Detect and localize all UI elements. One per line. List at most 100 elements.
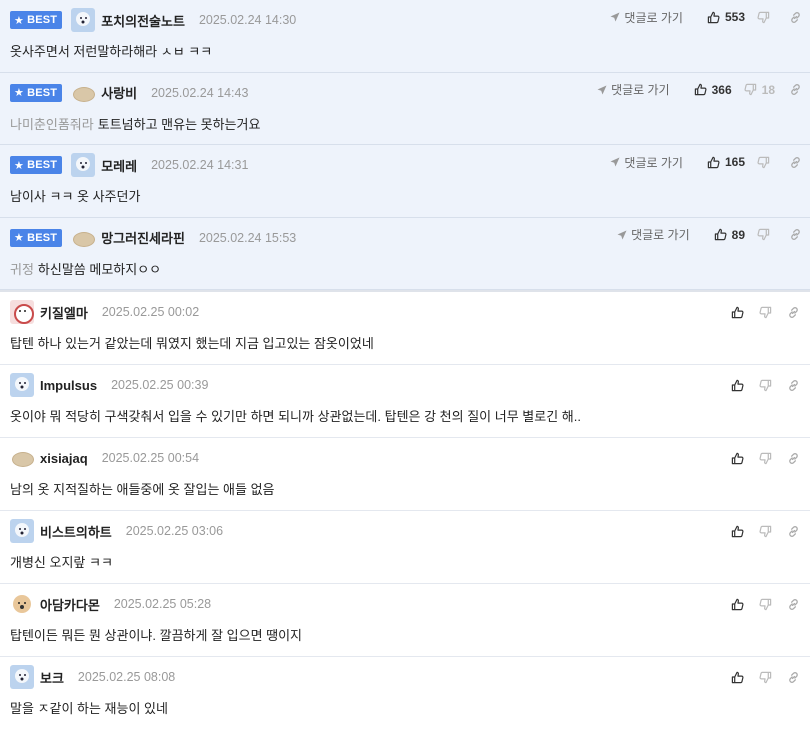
author-nickname[interactable]: 보크: [40, 668, 64, 687]
comment-text: 탑텐이든 뭐든 뭔 상관이냐. 깔끔하게 잘 입으면 땡이지: [10, 628, 303, 643]
upvote-count: 553: [724, 10, 745, 24]
comment-header: ★ BEST 포치의전술노트 2025.02.24 14:30: [10, 8, 296, 32]
downvote-button[interactable]: [757, 156, 775, 169]
downvote-button[interactable]: [757, 228, 775, 241]
comment-actions: [731, 522, 800, 540]
red-avatar-icon[interactable]: [10, 300, 34, 324]
best-badge-label: BEST: [27, 159, 58, 171]
comment-timestamp: 2025.02.25 00:54: [101, 451, 200, 465]
best-badge: ★ BEST: [10, 83, 63, 102]
link-button[interactable]: [789, 83, 802, 96]
potato-avatar-icon[interactable]: [10, 446, 34, 470]
potato-avatar-icon[interactable]: [71, 81, 96, 105]
reply-mention[interactable]: 나미춘인폼줘라: [10, 117, 94, 132]
link-button[interactable]: [789, 11, 802, 24]
author-nickname[interactable]: 포치의전술노트: [101, 11, 185, 30]
upvote-button[interactable]: 553: [707, 10, 745, 24]
downvote-button[interactable]: [757, 11, 775, 24]
upvote-count: 165: [724, 155, 745, 169]
comment-header: ★ BEST 모레레 2025.02.24 14:31: [10, 153, 248, 177]
upvote-button[interactable]: [731, 598, 744, 611]
comment-header: 키질엘마 2025.02.25 00:02: [10, 300, 199, 324]
comment-body: 옷사주면서 저런말하라해라 ㅅㅂ ㅋㅋ: [10, 41, 212, 60]
link-button[interactable]: [789, 156, 802, 169]
comment-body: 옷이야 뭐 적당히 구색갖춰서 입을 수 있기만 하면 되니까 상관없는데. 탑…: [10, 406, 581, 425]
potato-avatar-icon[interactable]: [71, 226, 96, 250]
thumbs-up-icon: [731, 306, 744, 318]
comment-header: ★ BEST 망그러진세라핀 2025.02.24 15:53: [10, 226, 296, 250]
downvote-button[interactable]: [759, 452, 772, 465]
link-icon: [789, 379, 798, 391]
upvote-button[interactable]: 366: [694, 83, 732, 97]
link-button[interactable]: [787, 452, 800, 465]
upvote-button[interactable]: 165: [707, 155, 745, 169]
author-nickname[interactable]: 사랑비: [101, 83, 137, 102]
downvote-button[interactable]: [759, 306, 772, 319]
thumbs-down-icon: [759, 525, 772, 537]
thumbs-up-icon: [731, 452, 744, 464]
author-nickname[interactable]: xisiajaq: [40, 451, 88, 466]
downvote-button[interactable]: [759, 379, 772, 392]
send-icon: [597, 85, 607, 94]
upvote-count: 89: [731, 227, 745, 242]
comment-header: 보크 2025.02.25 08:08: [10, 665, 175, 689]
upvote-button[interactable]: 89: [714, 228, 745, 242]
comment: Impulsus 2025.02.25 00:39 옷이야 뭐 적당히 구색갖춰…: [0, 365, 810, 438]
comment-actions: [731, 668, 800, 686]
bear-avatar-icon[interactable]: [10, 665, 34, 689]
comment-body: 개병신 오지랖 ㅋㅋ: [10, 552, 113, 571]
comment: 보크 2025.02.25 08:08 말을 ㅈ같이 하는 재능이 있네: [0, 657, 810, 729]
thumbs-up-icon: [707, 11, 720, 23]
link-icon: [789, 452, 798, 464]
goto-comment-link[interactable]: 댓글로 가기: [610, 9, 683, 26]
best-badge-label: BEST: [27, 231, 58, 244]
downvote-button[interactable]: [759, 671, 772, 684]
link-icon: [789, 306, 798, 318]
author-nickname[interactable]: 아담카다몬: [40, 595, 100, 614]
comment-header: xisiajaq 2025.02.25 00:54: [10, 446, 199, 470]
downvote-button[interactable]: 18: [744, 83, 775, 97]
link-button[interactable]: [789, 228, 802, 241]
link-button[interactable]: [787, 306, 800, 319]
author-nickname[interactable]: 망그러진세라핀: [101, 228, 185, 247]
bear-avatar-icon[interactable]: [71, 8, 96, 32]
upvote-button[interactable]: [731, 452, 744, 465]
upvote-button[interactable]: [731, 306, 744, 319]
link-button[interactable]: [787, 598, 800, 611]
comment-text: 옷이야 뭐 적당히 구색갖춰서 입을 수 있기만 하면 되니까 상관없는데. 탑…: [10, 409, 581, 424]
upvote-button[interactable]: [731, 525, 744, 538]
thumbs-up-icon: [714, 228, 727, 241]
dog-avatar-icon[interactable]: [10, 592, 34, 616]
best-badge: ★ BEST: [10, 11, 63, 29]
thumbs-down-icon: [757, 228, 770, 241]
author-nickname[interactable]: 비스트의하트: [40, 522, 112, 541]
goto-comment-link[interactable]: 댓글로 가기: [610, 154, 683, 171]
comment-actions: 댓글로 가기 89: [617, 226, 802, 244]
thumbs-down-icon: [759, 306, 772, 318]
send-icon: [610, 157, 620, 167]
upvote-button[interactable]: [731, 671, 744, 684]
author-nickname[interactable]: 키질엘마: [40, 303, 88, 322]
comment-text: 하신말씀 메모하지ㅇㅇ: [37, 261, 162, 277]
comment-actions: [731, 376, 800, 394]
link-button[interactable]: [787, 525, 800, 538]
goto-comment-link[interactable]: 댓글로 가기: [617, 226, 690, 243]
author-nickname[interactable]: Impulsus: [40, 378, 97, 393]
upvote-button[interactable]: [731, 379, 744, 392]
downvote-button[interactable]: [759, 598, 772, 611]
link-button[interactable]: [787, 379, 800, 392]
author-nickname[interactable]: 모레레: [101, 156, 137, 175]
downvote-button[interactable]: [759, 525, 772, 538]
comment-timestamp: 2025.02.25 00:02: [101, 305, 200, 319]
bear-avatar-icon[interactable]: [10, 519, 34, 543]
reply-mention[interactable]: 귀정: [10, 262, 34, 277]
thumbs-up-icon: [707, 156, 720, 168]
link-button[interactable]: [787, 671, 800, 684]
bear-avatar-icon[interactable]: [10, 373, 34, 397]
bear-avatar-icon[interactable]: [71, 153, 96, 177]
thumbs-down-icon: [759, 671, 772, 683]
comment-timestamp: 2025.02.25 03:06: [125, 524, 224, 538]
goto-comment-link[interactable]: 댓글로 가기: [597, 81, 670, 98]
thumbs-up-icon: [731, 671, 744, 683]
comment-timestamp: 2025.02.24 14:43: [151, 85, 249, 100]
